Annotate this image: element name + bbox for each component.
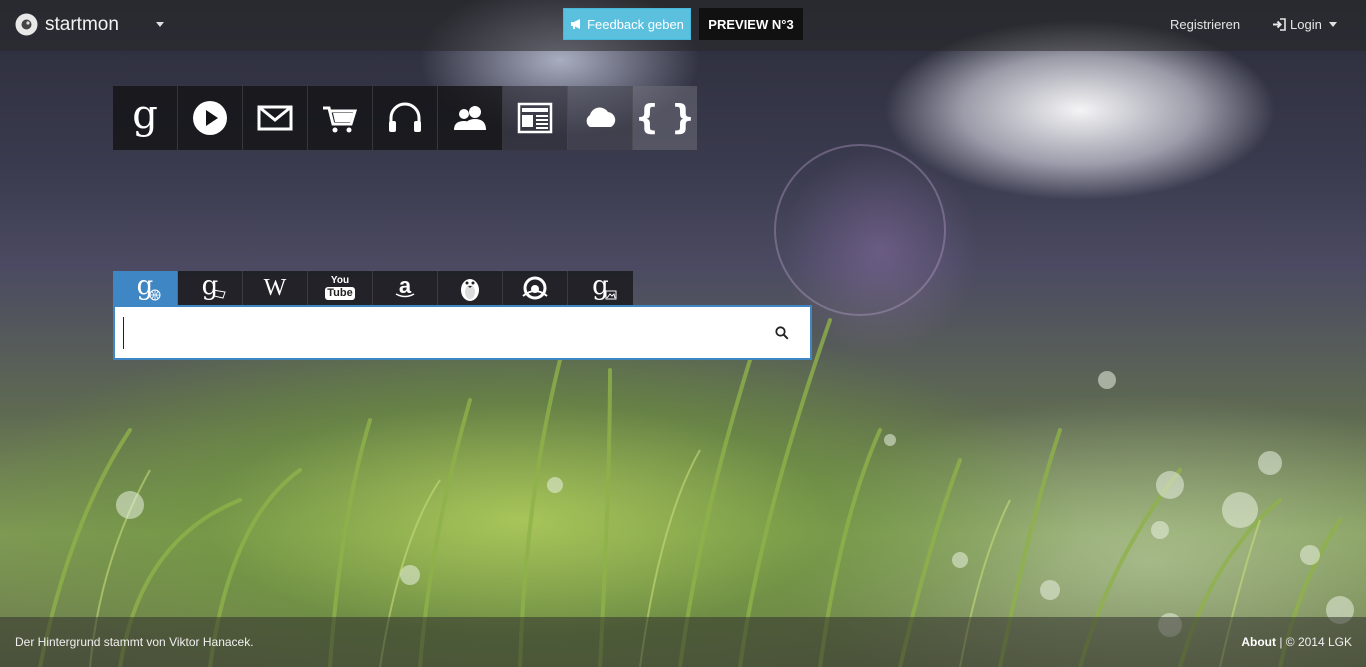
wikipedia-icon: W <box>263 275 287 301</box>
search-button[interactable] <box>754 307 810 358</box>
login-dropdown[interactable]: Login <box>1272 17 1337 32</box>
google-icon: g <box>132 92 158 138</box>
mail-icon <box>257 105 293 131</box>
brand-name: startmon <box>45 13 119 35</box>
code-braces-icon: { } <box>634 98 696 138</box>
penguin-icon <box>461 279 479 301</box>
feedback-button[interactable]: Feedback geben <box>563 8 691 40</box>
engine-google-images[interactable]: g <box>568 271 633 305</box>
youtube-icon: You Tube <box>325 275 355 300</box>
shortcut-shopping[interactable] <box>308 86 373 150</box>
footer: Der Hintergrund stammt von Viktor Hanace… <box>0 617 1366 667</box>
shortcut-code[interactable]: { } <box>633 86 697 150</box>
sign-in-icon <box>1273 18 1286 31</box>
shortcut-video[interactable] <box>178 86 243 150</box>
login-label: Login <box>1290 17 1322 32</box>
engine-google-translate[interactable]: g <box>178 271 243 305</box>
globe-icon <box>149 289 161 301</box>
shortcut-news[interactable] <box>503 86 568 150</box>
engine-wikipedia[interactable]: W <box>243 271 308 305</box>
shortcut-mail[interactable] <box>243 86 308 150</box>
engine-youtube[interactable]: You Tube <box>308 271 373 305</box>
news-icon <box>517 102 553 134</box>
background-credit: Der Hintergrund stammt von Viktor Hanace… <box>15 635 254 649</box>
copyright-text: | © 2014 LGK <box>1279 635 1352 649</box>
brand-link[interactable]: startmon <box>14 12 119 37</box>
image-icon <box>605 290 617 300</box>
search-icon <box>775 325 789 340</box>
headphones-icon <box>389 102 421 132</box>
play-icon <box>193 101 227 135</box>
credit-author-link[interactable]: Viktor Hanacek. <box>169 635 254 649</box>
amazon-smile-icon <box>395 293 415 298</box>
shortcut-social[interactable] <box>438 86 503 150</box>
preview-label: PREVIEW N°3 <box>708 16 794 32</box>
youtube-tube-text: Tube <box>325 287 355 300</box>
engine-amazon[interactable]: a <box>373 271 438 305</box>
about-link[interactable]: About <box>1241 635 1276 649</box>
startmon-logo-icon <box>15 13 38 36</box>
search-input[interactable] <box>115 307 754 358</box>
shortcut-cloud[interactable] <box>568 86 633 150</box>
search-bar <box>113 305 812 360</box>
brand-dropdown-icon[interactable] <box>156 22 164 27</box>
shortcut-google[interactable]: g <box>113 86 178 150</box>
text-cursor <box>123 317 124 349</box>
cart-icon <box>323 106 358 133</box>
shortcut-music[interactable] <box>373 86 438 150</box>
eye-icon <box>522 276 548 300</box>
shortcut-tiles: g {} <box>113 86 697 150</box>
youtube-you-text: You <box>330 275 350 286</box>
megaphone-icon <box>571 19 581 29</box>
register-link[interactable]: Registrieren <box>1170 17 1240 32</box>
engine-google-web[interactable]: g <box>113 271 178 305</box>
engine-penguin[interactable] <box>438 271 503 305</box>
chevron-down-icon <box>1328 22 1337 27</box>
translate-icon <box>212 289 226 299</box>
engine-eye[interactable] <box>503 271 568 305</box>
search-engine-tabs: g g W You Tube a g <box>113 271 633 305</box>
preview-button[interactable]: PREVIEW N°3 <box>699 8 803 40</box>
users-icon <box>454 106 486 130</box>
feedback-label: Feedback geben <box>587 16 684 32</box>
credit-prefix: Der Hintergrund stammt von <box>15 635 166 649</box>
cloud-icon <box>586 107 616 127</box>
top-navbar: startmon Feedback geben PREVIEW N°3 Regi… <box>0 0 1366 51</box>
footer-copyright: About | © 2014 LGK <box>1241 635 1352 649</box>
